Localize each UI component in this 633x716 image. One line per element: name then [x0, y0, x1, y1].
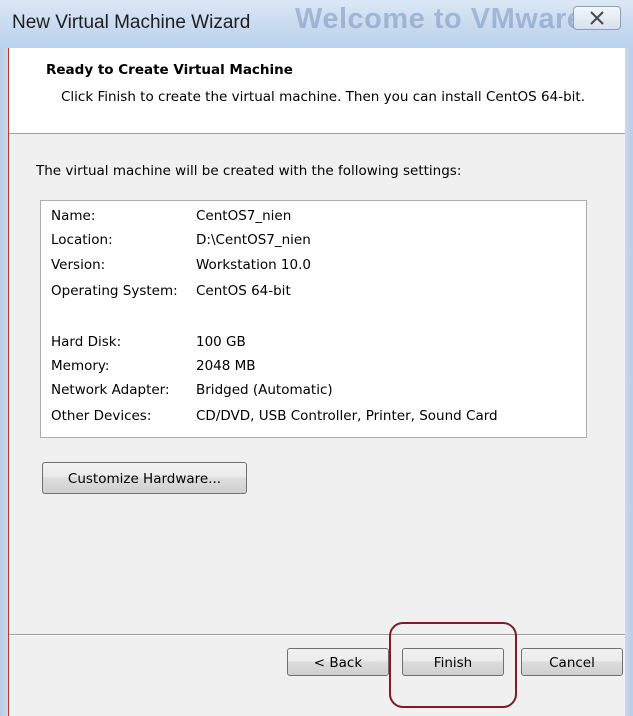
page-title: Ready to Create Virtual Machine [46, 62, 293, 78]
cancel-button[interactable]: Cancel [521, 648, 623, 676]
setting-label: Other Devices: [51, 408, 152, 424]
window-frame-right [625, 48, 633, 716]
back-button[interactable]: < Back [287, 648, 389, 676]
setting-label: Version: [51, 257, 106, 273]
window-title: New Virtual Machine Wizard [12, 12, 251, 33]
customize-hardware-button[interactable]: Customize Hardware... [42, 462, 247, 494]
setting-value: Bridged (Automatic) [196, 382, 333, 398]
setting-value: CentOS7_nien [196, 208, 292, 224]
setting-label: Network Adapter: [51, 382, 170, 398]
setting-value: CentOS 64-bit [196, 283, 291, 299]
close-button[interactable] [573, 6, 621, 30]
setting-label: Hard Disk: [51, 334, 122, 350]
setting-label: Memory: [51, 358, 110, 374]
setting-value: 100 GB [196, 334, 246, 350]
finish-button[interactable]: Finish [402, 648, 504, 676]
page-description: Click Finish to create the virtual machi… [61, 89, 585, 105]
setting-value: Workstation 10.0 [196, 257, 311, 273]
setting-label: Operating System: [51, 283, 178, 299]
setting-label: Name: [51, 208, 96, 224]
close-icon [590, 11, 604, 25]
title-bar: Welcome to VMware New Virtual Machine Wi… [0, 0, 633, 48]
settings-intro: The virtual machine will be created with… [36, 163, 462, 179]
setting-value: CD/DVD, USB Controller, Printer, Sound C… [196, 408, 498, 424]
window-frame-left [0, 48, 8, 716]
setting-value: 2048 MB [196, 358, 256, 374]
setting-value: D:\CentOS7_nien [196, 232, 311, 248]
settings-summary: Name: CentOS7_nien Location: D:\CentOS7_… [40, 200, 587, 438]
setting-label: Location: [51, 232, 113, 248]
background-window-title: Welcome to VMware [295, 3, 584, 35]
wizard-header: Ready to Create Virtual Machine Click Fi… [9, 48, 625, 134]
